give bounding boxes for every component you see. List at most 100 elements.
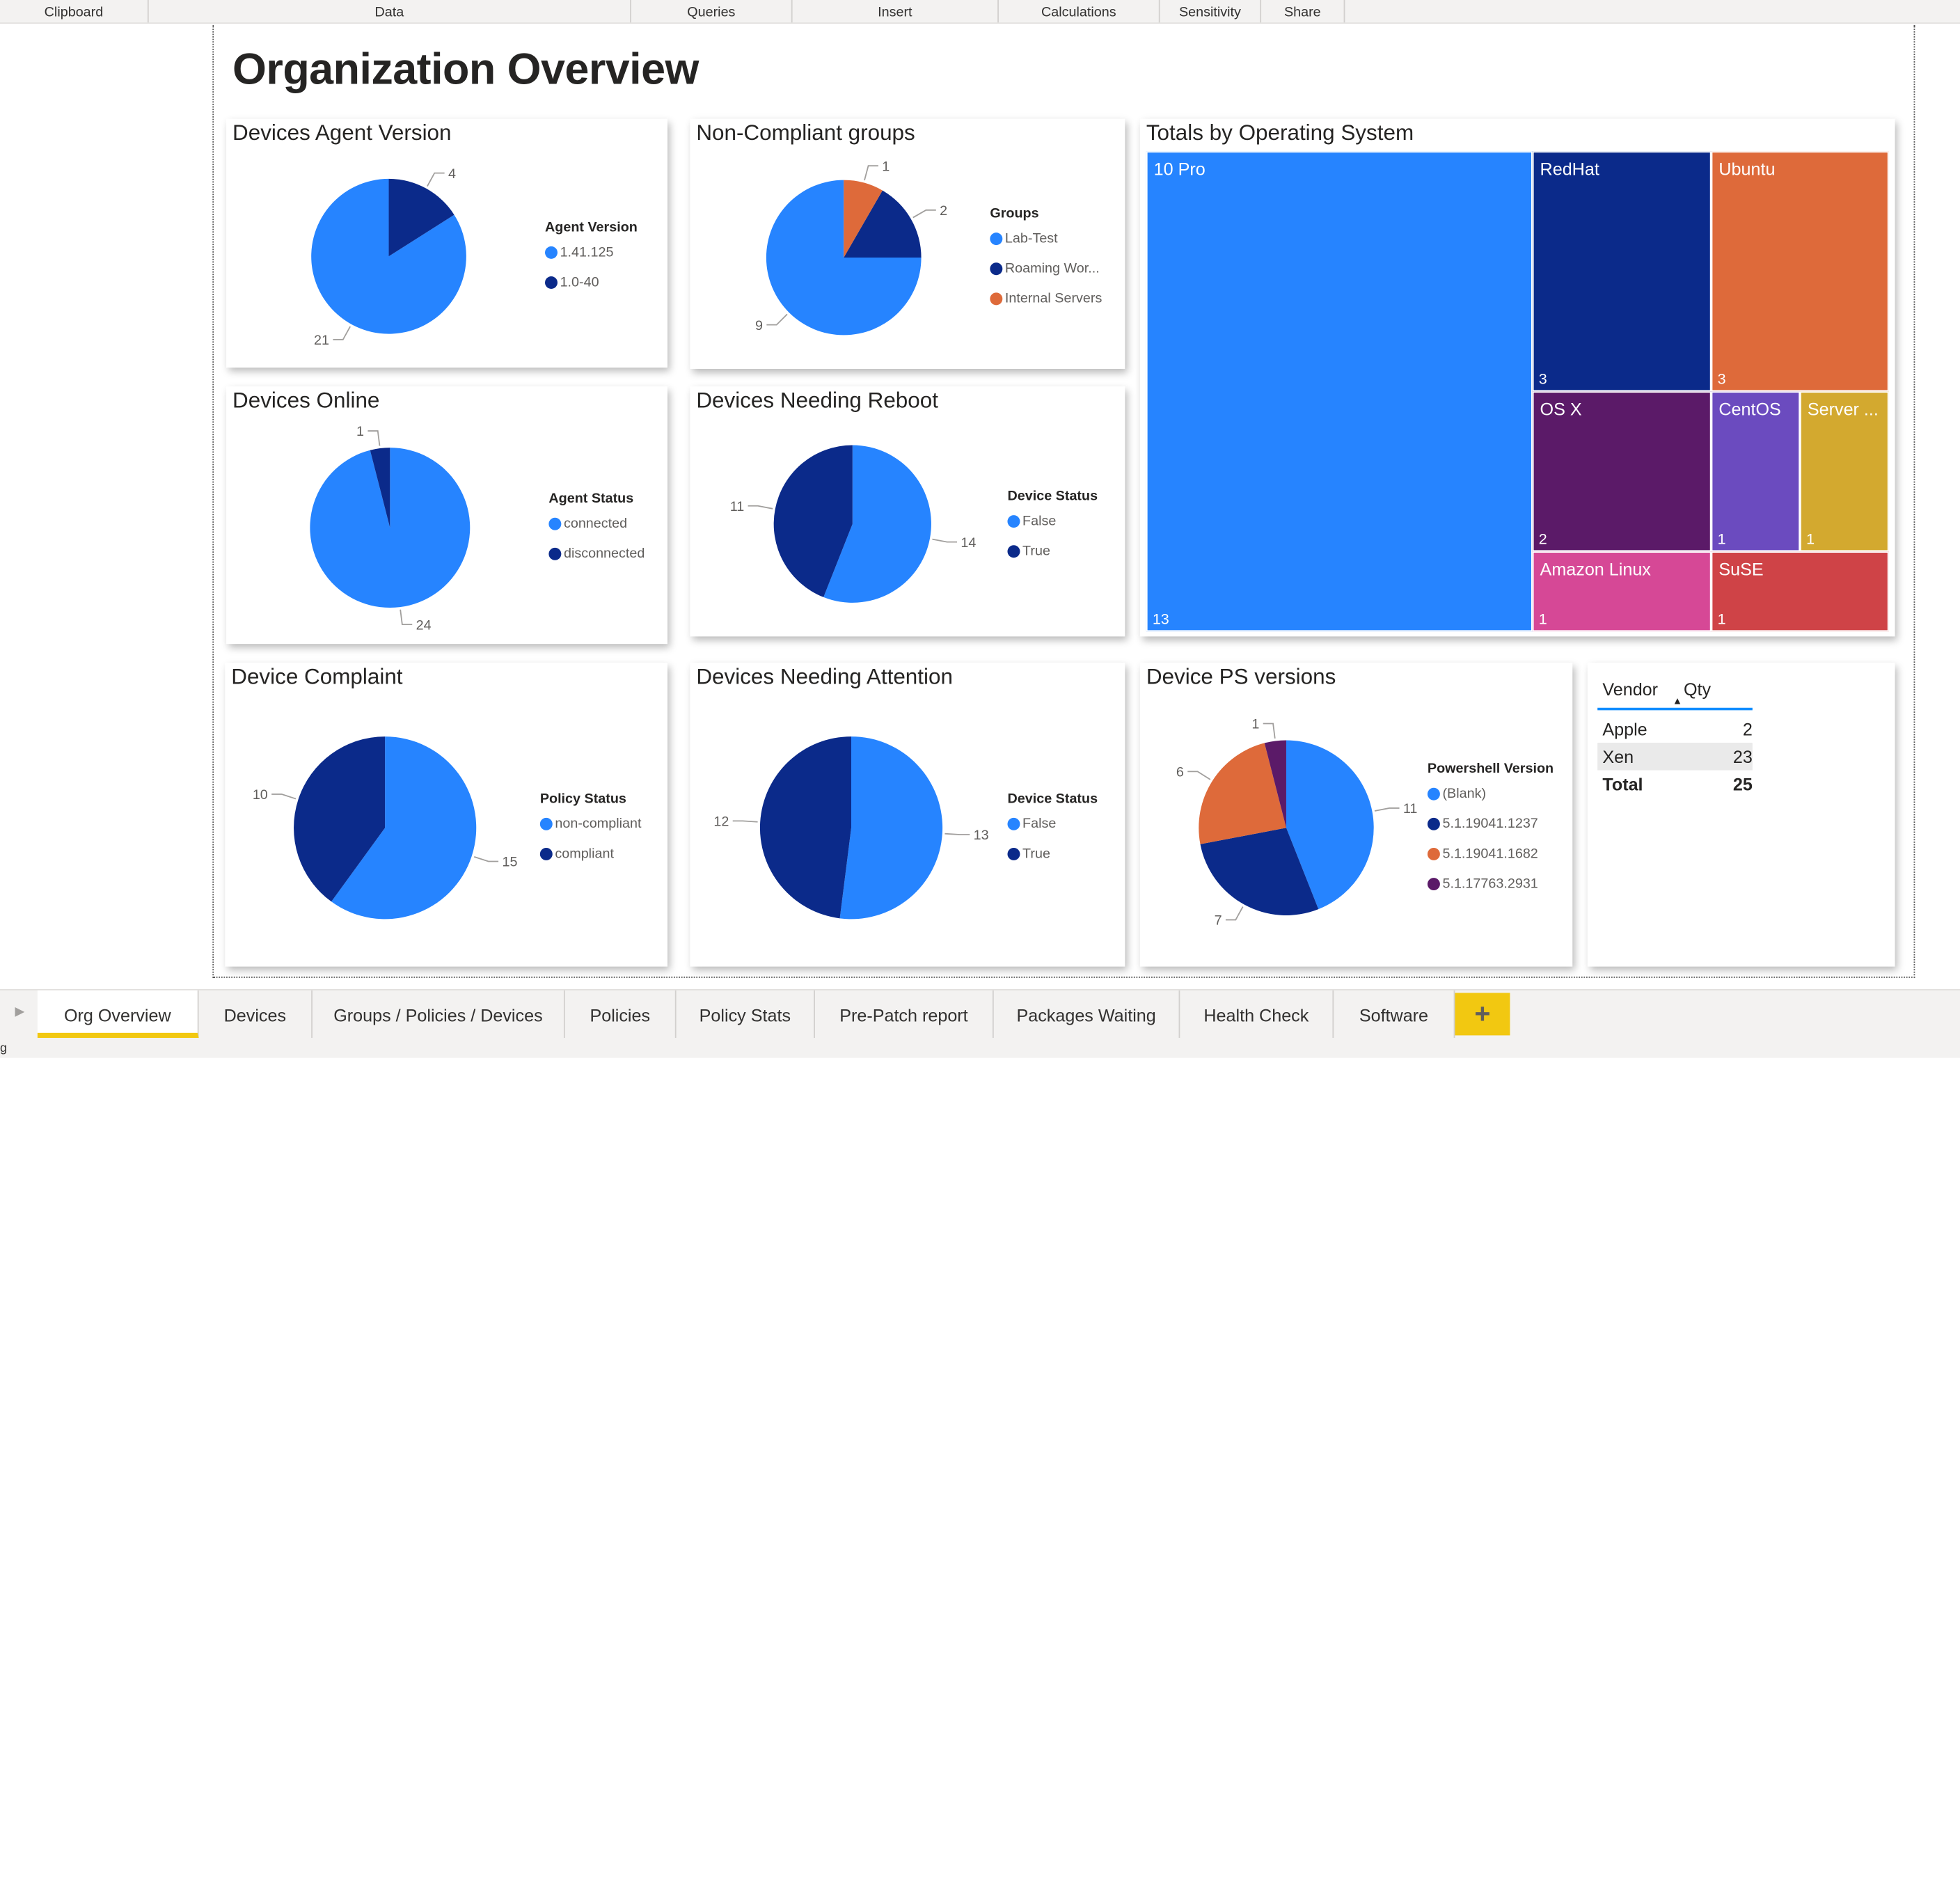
- treemap-cell-os-x[interactable]: OS X 2: [1532, 391, 1712, 552]
- tab-software[interactable]: Software: [1334, 990, 1455, 1039]
- legend-item[interactable]: Roaming Wor...: [990, 260, 1102, 278]
- legend-item[interactable]: non-compliant: [539, 815, 641, 833]
- legend-label: 1.0-40: [560, 275, 599, 290]
- legend-label: Roaming Wor...: [1004, 261, 1100, 277]
- tab-devices[interactable]: Devices: [199, 990, 313, 1039]
- tab-pre-patch-report[interactable]: Pre-Patch report: [815, 990, 994, 1039]
- treemap-label: 10 Pro: [1153, 159, 1206, 179]
- data-label-leader: [1374, 807, 1400, 812]
- ribbon-group-data[interactable]: Data: [149, 0, 631, 23]
- card-vendor-table[interactable]: Vendor Qty ▲ Apple 2 Xen 23 Total 25: [1587, 663, 1895, 967]
- card-devices-needing-attention[interactable]: Devices Needing Attention 13 12 Device St…: [690, 663, 1125, 967]
- ribbon-group-sensitivity[interactable]: Sensitivity: [1160, 0, 1262, 23]
- ribbon-group-clipboard[interactable]: Clipboard: [0, 0, 149, 23]
- legend-item[interactable]: Internal Servers: [990, 290, 1102, 308]
- ribbon-group-queries[interactable]: Queries: [631, 0, 793, 23]
- legend: Policy Status non-compliant compliant: [539, 791, 642, 875]
- table-row[interactable]: Xen 23: [1597, 743, 1753, 771]
- legend: Device Status False True: [1007, 489, 1098, 572]
- legend-label: disconnected: [563, 546, 645, 562]
- column-header-qty[interactable]: Qty: [1681, 679, 1752, 699]
- legend-label: 1.41.125: [560, 245, 614, 260]
- table-row[interactable]: Apple 2: [1597, 716, 1753, 743]
- legend-item[interactable]: 1.41.125: [545, 244, 638, 261]
- legend-item[interactable]: Lab-Test: [990, 230, 1102, 248]
- treemap-cell-suse[interactable]: SuSE 1: [1711, 551, 1889, 632]
- tab-label: Org Overview: [63, 1005, 171, 1026]
- tab-label: Groups / Policies / Devices: [333, 1005, 543, 1026]
- treemap-cell-redhat[interactable]: RedHat 3: [1532, 151, 1712, 392]
- pie-slice[interactable]: [839, 736, 943, 920]
- data-label-leader: [271, 794, 297, 800]
- legend-item[interactable]: True: [1007, 845, 1098, 862]
- treemap-label: Server ...: [1807, 399, 1879, 419]
- tab-policies[interactable]: Policies: [565, 990, 677, 1039]
- data-label-leader: [932, 538, 958, 543]
- legend-label: compliant: [555, 846, 614, 862]
- treemap-value: 1: [1717, 530, 1726, 548]
- legend-label: True: [1022, 544, 1050, 559]
- tab-org-overview[interactable]: Org Overview: [37, 990, 199, 1039]
- tab-scroll-left-icon[interactable]: ▶: [15, 1005, 25, 1019]
- data-label-leader: [1263, 723, 1276, 739]
- data-label-leader: [368, 430, 381, 446]
- tab-policy-stats[interactable]: Policy Stats: [677, 990, 815, 1039]
- ribbon-group-calculations[interactable]: Calculations: [999, 0, 1160, 23]
- legend-item[interactable]: 5.1.19041.1237: [1427, 815, 1554, 833]
- legend-item[interactable]: (Blank): [1427, 785, 1554, 803]
- legend-item[interactable]: False: [1007, 513, 1098, 530]
- treemap-cell-10-pro[interactable]: 10 Pro 13: [1146, 151, 1533, 632]
- tab-groups-policies-devices[interactable]: Groups / Policies / Devices: [313, 990, 565, 1039]
- ribbon-group-label: Sensitivity: [1178, 5, 1241, 20]
- pie-slice[interactable]: [759, 736, 852, 919]
- sort-ascending-icon[interactable]: ▲: [1673, 696, 1682, 707]
- card-devices-needing-reboot[interactable]: Devices Needing Reboot 14 11 Device Statu…: [690, 386, 1125, 637]
- legend-item[interactable]: 5.1.17763.2931: [1427, 875, 1554, 892]
- card-non-compliant-groups[interactable]: Non-Compliant groups 921 Groups Lab-Test R…: [690, 118, 1125, 369]
- legend-marker: [1007, 545, 1020, 558]
- tab-packages-waiting[interactable]: Packages Waiting: [994, 990, 1180, 1039]
- column-header-vendor[interactable]: Vendor: [1597, 679, 1681, 699]
- legend-item[interactable]: disconnected: [548, 545, 645, 562]
- legend-title: Powershell Version: [1427, 762, 1554, 777]
- legend: Agent Version 1.41.125 1.0-40: [545, 220, 638, 303]
- ribbon-group-share[interactable]: Share: [1261, 0, 1345, 23]
- card-device-compliant[interactable]: Device Complaint 15 10 Policy Status non-c…: [225, 663, 668, 967]
- card-devices-online[interactable]: Devices Online 24 1 Agent Status connected…: [226, 386, 668, 645]
- data-label: 14: [961, 535, 976, 551]
- treemap-label: Amazon Linux: [1540, 558, 1651, 579]
- treemap-cell-amazon-linux[interactable]: Amazon Linux 1: [1532, 551, 1712, 632]
- legend-item[interactable]: True: [1007, 543, 1098, 560]
- data-label: 24: [416, 617, 432, 633]
- tab-label: Software: [1359, 1005, 1429, 1026]
- status-text: g: [0, 1041, 7, 1056]
- data-label: 4: [448, 166, 456, 182]
- data-label-leader: [945, 833, 970, 835]
- card-title: Totals by Operating System: [1146, 120, 1414, 145]
- ribbon-group-insert[interactable]: Insert: [793, 0, 999, 23]
- treemap-value: 1: [1538, 610, 1547, 628]
- add-page-button[interactable]: +: [1455, 993, 1510, 1036]
- legend-item[interactable]: 5.1.19041.1682: [1427, 845, 1554, 862]
- legend-item[interactable]: 1.0-40: [545, 274, 638, 291]
- legend-item[interactable]: compliant: [539, 845, 642, 862]
- card-device-ps-versions[interactable]: Device PS versions 11 7 6 1 Powershell Vers…: [1139, 663, 1573, 967]
- data-label: 2: [940, 203, 947, 219]
- ribbon-group-label: Share: [1283, 5, 1321, 20]
- data-label: 9: [755, 318, 763, 333]
- treemap-cell-ubuntu[interactable]: Ubuntu 3: [1711, 151, 1889, 392]
- treemap-cell-centos[interactable]: CentOS 1: [1711, 391, 1801, 552]
- legend-marker: [990, 232, 1003, 246]
- data-label: 21: [314, 333, 329, 348]
- pie-slice[interactable]: [310, 448, 471, 608]
- legend-item[interactable]: False: [1007, 815, 1098, 833]
- treemap-value: 2: [1538, 530, 1547, 548]
- tab-health-check[interactable]: Health Check: [1180, 990, 1334, 1039]
- card-totals-by-os[interactable]: Totals by Operating System 10 Pro 13 RedH…: [1139, 118, 1895, 637]
- legend-title: Agent Status: [548, 491, 634, 507]
- treemap-cell-server[interactable]: Server ... 1: [1800, 391, 1889, 552]
- legend-marker: [1427, 847, 1440, 860]
- legend-item[interactable]: connected: [548, 515, 645, 533]
- card-devices-agent-version[interactable]: Devices Agent Version 21 4 Agent Version 1…: [226, 118, 668, 368]
- legend-title: Groups: [990, 206, 1039, 221]
